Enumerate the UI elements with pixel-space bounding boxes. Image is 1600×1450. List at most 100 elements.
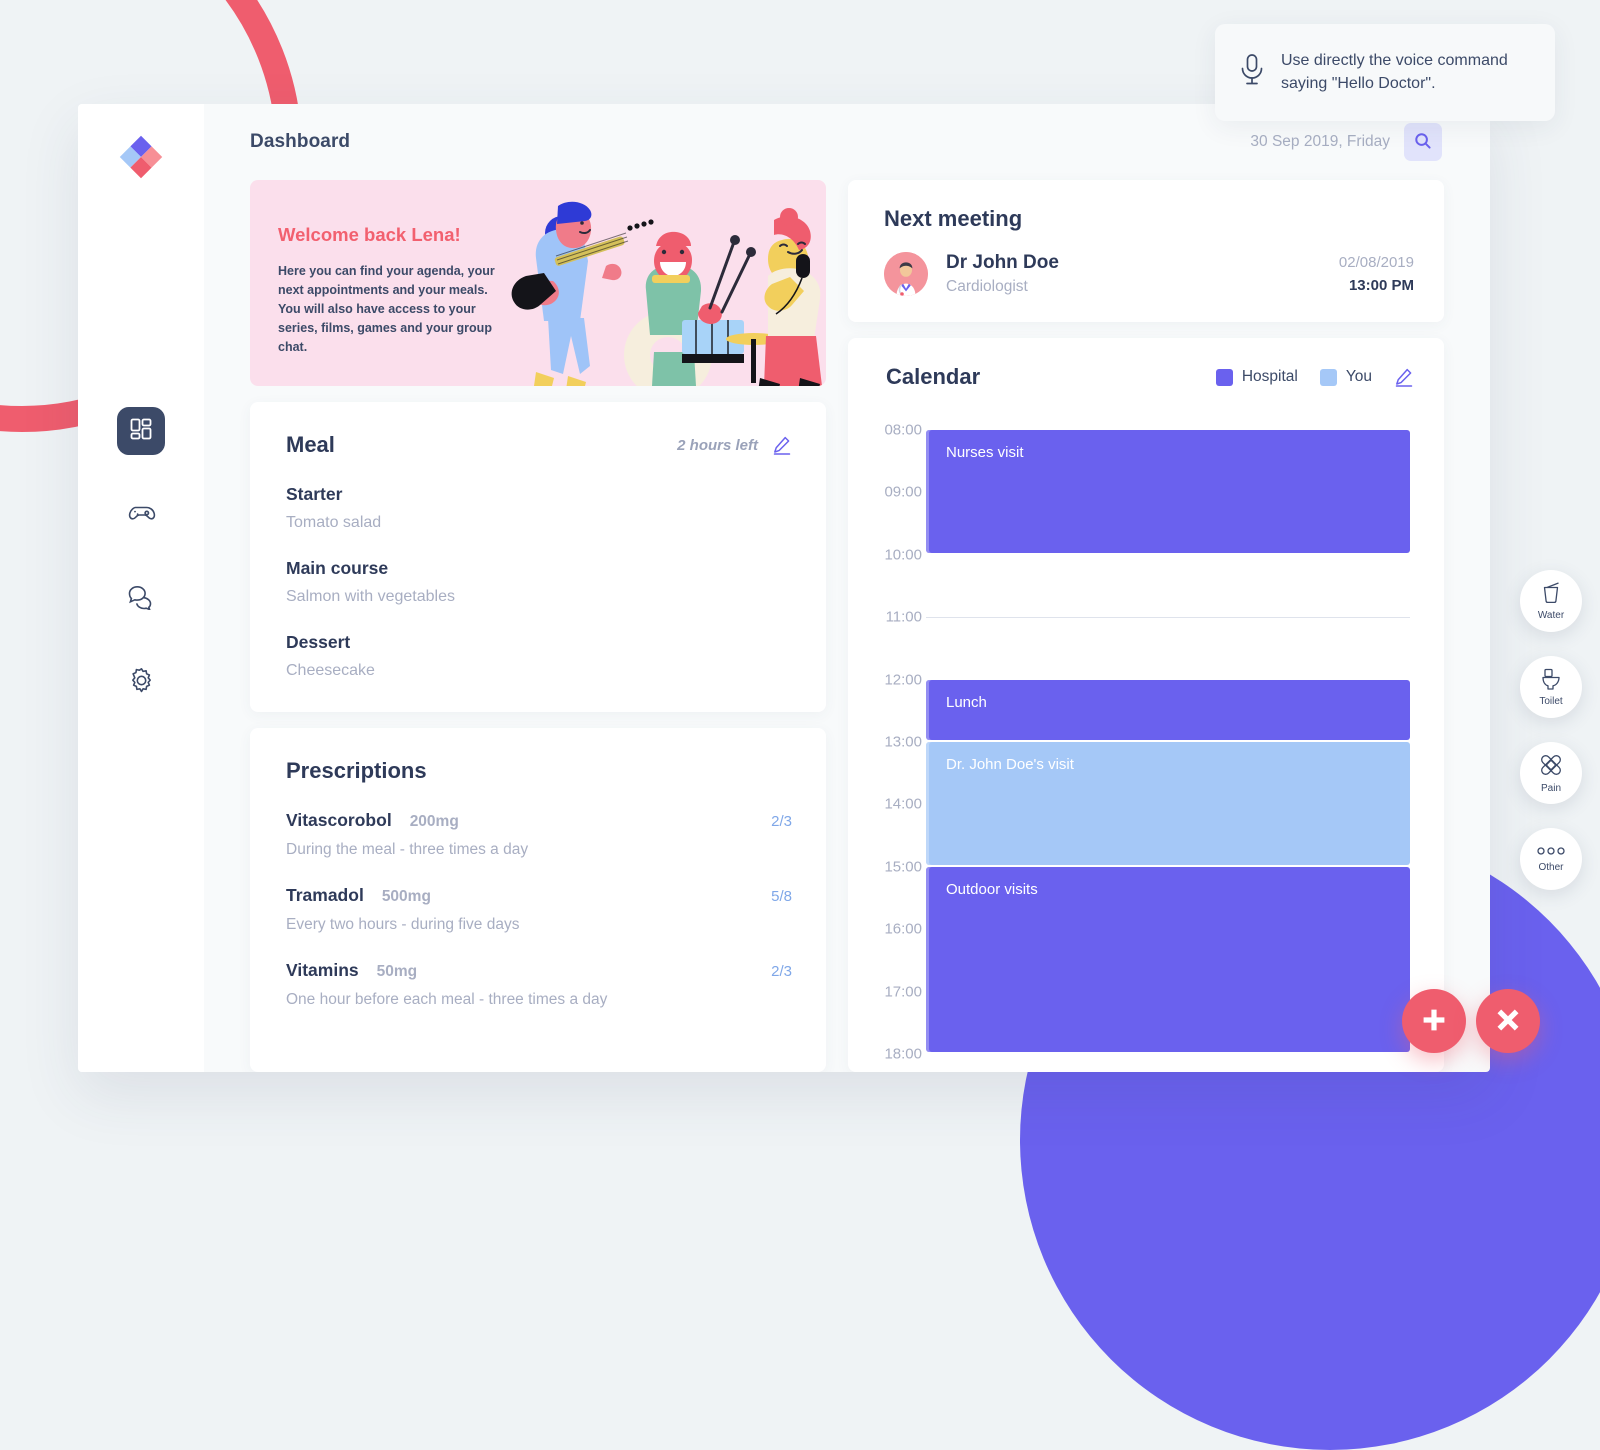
quick-action-toilet[interactable]: Toilet (1520, 656, 1582, 718)
app-logo-diamond[interactable] (118, 134, 164, 185)
meal-course-dessert: Dessert Cheesecake (286, 632, 792, 680)
prescriptions-title: Prescriptions (286, 758, 427, 783)
meal-meta: 2 hours left (677, 435, 792, 455)
floating-action-buttons (1402, 989, 1540, 1053)
close-button[interactable] (1476, 989, 1540, 1053)
close-x-icon (1495, 1007, 1521, 1036)
calendar-hour-label: 12:00 (884, 671, 922, 689)
calendar-title: Calendar (886, 364, 981, 389)
sidebar-item-dashboard[interactable] (117, 407, 165, 455)
current-date: 30 Sep 2019, Friday (1250, 133, 1390, 150)
calendar-event-label: Nurses visit (946, 444, 1024, 461)
calendar-legend: Hospital You (1215, 367, 1414, 387)
calendar-hour-label: 14:00 (884, 795, 922, 813)
toilet-icon (1539, 667, 1563, 694)
meal-card: Meal 2 hours left Starter Tomato salad M… (250, 402, 826, 712)
topbar-right: 30 Sep 2019, Friday (1250, 123, 1442, 161)
water-glass-icon (1539, 581, 1563, 608)
prescription-name: Vitascorobol (286, 810, 392, 830)
meal-time-left: 2 hours left (677, 436, 758, 454)
pencil-edit-icon[interactable] (1394, 367, 1414, 387)
meeting-time: 13:00 PM (1348, 277, 1414, 294)
prescription-count: 5/8 (771, 888, 792, 905)
calendar-header: Calendar Hospital You (848, 364, 1444, 390)
quick-action-water[interactable]: Water (1520, 570, 1582, 632)
prescription-desc: One hour before each meal - three times … (286, 991, 608, 1008)
welcome-title: Welcome back Lena! (278, 224, 461, 245)
meal-title: Meal (286, 432, 335, 457)
meal-course-value: Salmon with vegetables (286, 588, 455, 605)
next-meeting-title: Next meeting (884, 206, 1023, 231)
calendar-body[interactable]: 08:00 09:00 10:00 11:00 12:00 13:00 14:00 15:00… (848, 412, 1444, 1072)
search-button[interactable] (1404, 123, 1442, 161)
meal-course-value: Cheesecake (286, 662, 375, 679)
prescription-row[interactable]: Vitamins 50mg 2/3 One hour before each m… (286, 960, 792, 1009)
voice-command-tooltip: Use directly the voice command saying "H… (1215, 24, 1555, 121)
sidebar-item-settings[interactable] (117, 659, 165, 707)
welcome-text: Welcome back Lena! Here you can find you… (250, 180, 498, 357)
calendar-event[interactable]: Lunch (926, 679, 1410, 740)
next-meeting-row: Dr John Doe Cardiologist 02/08/2019 13:0… (884, 252, 1414, 296)
content: Welcome back Lena! Here you can find you… (204, 180, 1490, 1072)
quick-action-label: Other (1538, 862, 1564, 873)
prescription-dose: 200mg (409, 813, 459, 830)
three-dots-icon (1536, 845, 1566, 860)
calendar-hour-label: 15:00 (884, 858, 922, 876)
grid-dashboard-icon (129, 417, 153, 446)
gamepad-icon (126, 501, 156, 530)
legend-swatch-hospital (1215, 368, 1233, 386)
plus-icon (1421, 1007, 1447, 1036)
quick-action-label: Water (1537, 610, 1565, 621)
meal-course-main: Main course Salmon with vegetables (286, 558, 792, 606)
calendar-hour-label: 09:00 (884, 483, 922, 501)
meeting-doctor-info: Dr John Doe Cardiologist (946, 252, 1059, 296)
chat-bubbles-icon (127, 584, 155, 615)
calendar-event-label: Dr. John Doe's visit (946, 756, 1074, 773)
legend-item-you: You (1319, 368, 1372, 386)
calendar-hour-label: 16:00 (884, 920, 922, 938)
add-button[interactable] (1402, 989, 1466, 1053)
calendar-event[interactable]: Nurses visit (926, 430, 1410, 553)
page-title: Dashboard (250, 131, 351, 152)
calendar-hour-label: 10:00 (884, 546, 922, 564)
prescription-desc: During the meal - three times a day (286, 841, 529, 858)
prescription-count: 2/3 (771, 963, 792, 980)
prescription-desc: Every two hours - during five days (286, 916, 520, 933)
legend-label: You (1345, 368, 1372, 385)
left-column: Welcome back Lena! Here you can find you… (250, 180, 826, 1072)
calendar-hour-label: 11:00 (885, 608, 922, 626)
right-column: Next meeting Dr John Doe Cardiologist 02… (848, 180, 1444, 1072)
calendar-event[interactable]: Dr. John Doe's visit (926, 742, 1410, 865)
quick-actions: Water Toilet Pain Other (1520, 570, 1582, 890)
welcome-banner: Welcome back Lena! Here you can find you… (250, 180, 826, 386)
sidebar-nav (117, 407, 165, 707)
meal-course-value: Tomato salad (286, 514, 382, 531)
search-icon (1414, 132, 1432, 153)
sidebar-item-games[interactable] (117, 491, 165, 539)
quick-action-other[interactable]: Other (1520, 828, 1582, 890)
legend-swatch-you (1319, 368, 1337, 386)
meal-card-header: Meal 2 hours left (286, 432, 792, 458)
quick-action-label: Pain (1540, 783, 1561, 794)
meal-course-label: Main course (286, 558, 389, 578)
legend-item-hospital: Hospital (1215, 368, 1298, 386)
prescription-row[interactable]: Tramadol 500mg 5/8 Every two hours - dur… (286, 885, 792, 934)
sidebar (78, 104, 204, 1072)
sidebar-item-chat[interactable] (117, 575, 165, 623)
meeting-date: 02/08/2019 (1338, 254, 1414, 271)
pencil-edit-icon[interactable] (772, 435, 792, 455)
prescriptions-card: Prescriptions Vitascorobol 200mg 2/3 Dur… (250, 728, 826, 1072)
prescription-dose: 50mg (376, 963, 418, 980)
main-area: Dashboard 30 Sep 2019, Friday Welcome ba… (204, 104, 1490, 1072)
quick-action-pain[interactable]: Pain (1520, 742, 1582, 804)
calendar-hour-label: 17:00 (884, 983, 922, 1001)
prescription-row[interactable]: Vitascorobol 200mg 2/3 During the meal -… (286, 810, 792, 859)
gear-icon (128, 667, 155, 699)
prescription-count: 2/3 (771, 813, 792, 830)
calendar-grid: 08:00 09:00 10:00 11:00 12:00 13:00 14:00 15:00… (848, 412, 1444, 1072)
calendar-event[interactable]: Outdoor visits (926, 866, 1410, 1052)
welcome-body: Here you can find your agenda, your next… (278, 264, 495, 354)
calendar-hour-label: 18:00 (884, 1045, 922, 1063)
doctor-specialty: Cardiologist (946, 278, 1028, 295)
calendar-current-hour-line (926, 617, 1410, 619)
